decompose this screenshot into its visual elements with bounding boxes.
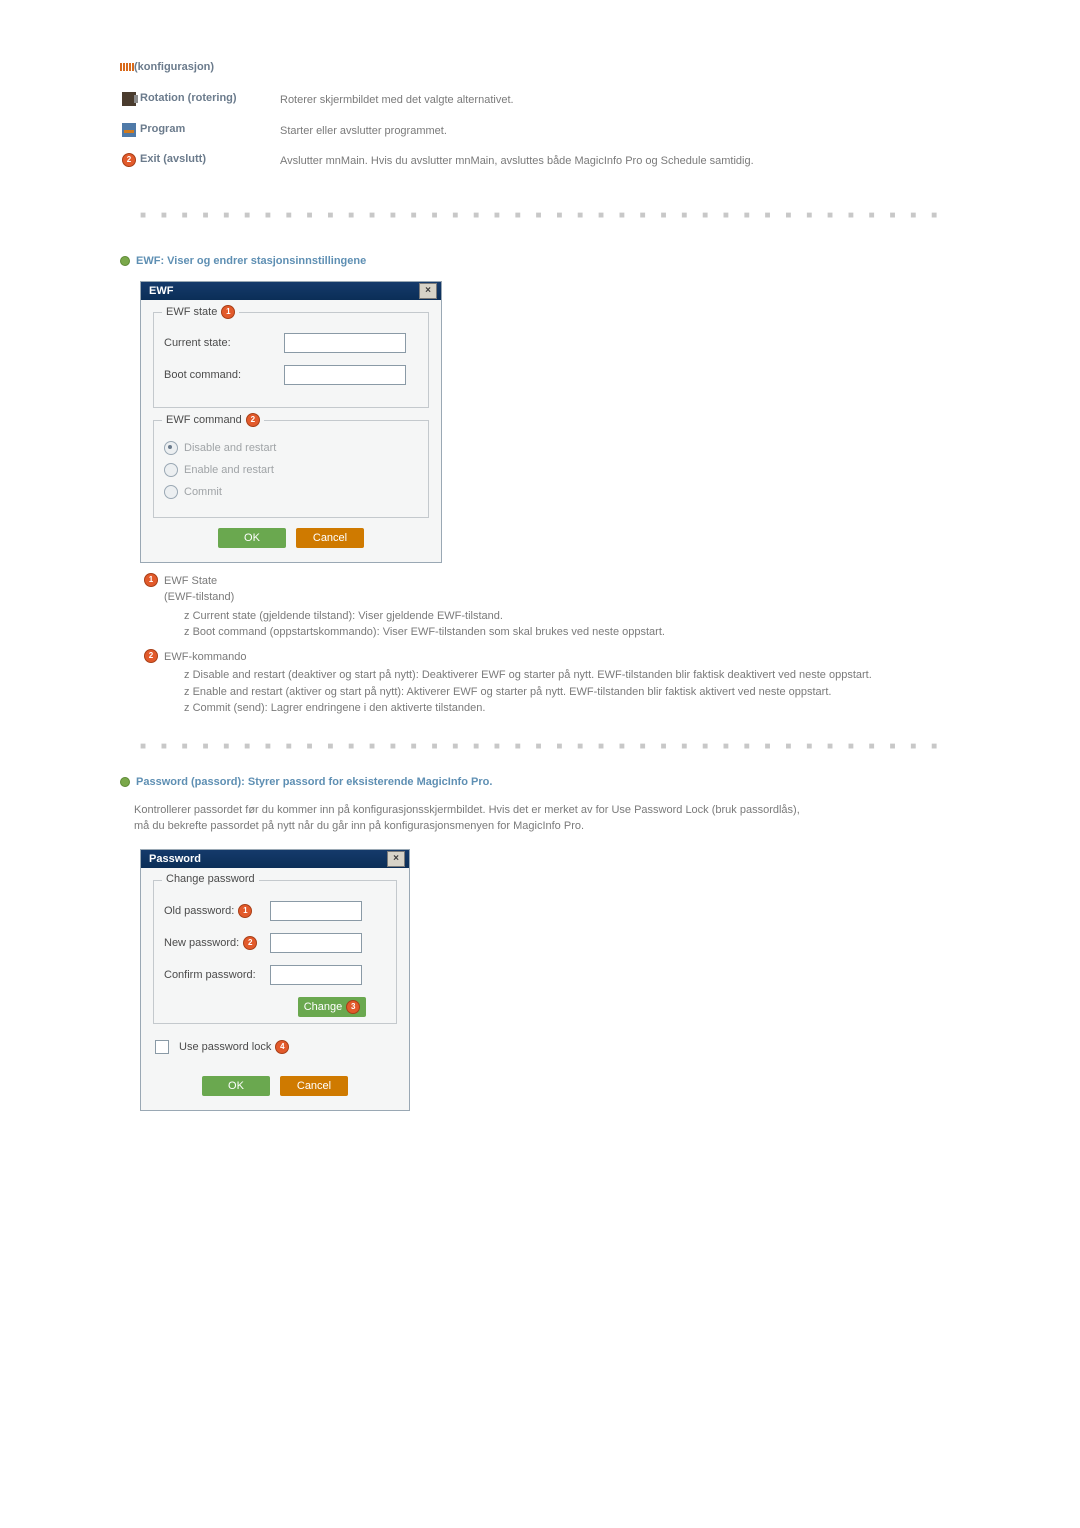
exit-label: Exit (avslutt) <box>140 153 280 165</box>
change-password-legend-text: Change password <box>166 873 255 885</box>
program-label: Program <box>140 123 280 135</box>
password-intro: Kontrollerer passordet før du kommer inn… <box>134 802 814 835</box>
ewf-state-title: EWF State <box>164 575 217 587</box>
exit-desc: Avslutter mnMain. Hvis du avslutter mnMa… <box>280 153 754 170</box>
ewf-state-item-1: Current state (gjeldende tilstand): Vise… <box>184 608 665 625</box>
password-heading: Password (passord): Styrer passord for e… <box>120 776 940 788</box>
use-password-lock-row[interactable]: Use password lock 4 <box>155 1040 395 1054</box>
ewf-command-badge: 2 <box>246 413 260 427</box>
close-icon[interactable]: × <box>387 851 405 867</box>
confirm-password-label: Confirm password: <box>164 969 270 981</box>
ewf-ok-button[interactable]: OK <box>218 528 286 548</box>
boot-command-field <box>284 365 406 385</box>
boot-command-label: Boot command: <box>164 369 284 381</box>
ewf-cmd-item-2: Enable and restart (aktiver og start på … <box>184 684 872 701</box>
program-desc: Starter eller avslutter programmet. <box>280 123 447 140</box>
ewf-command-legend: EWF command 2 <box>162 413 264 427</box>
rotation-label: Rotation (rotering) <box>140 92 280 104</box>
checkbox-icon[interactable] <box>155 1040 169 1054</box>
config-title: (konfigurasjon) <box>134 61 214 73</box>
password-titlebar[interactable]: Password × <box>141 850 409 868</box>
old-password-badge: 1 <box>238 904 252 918</box>
confirm-password-field[interactable] <box>270 965 362 985</box>
password-ok-button[interactable]: OK <box>202 1076 270 1096</box>
config-heading: (konfigurasjon) <box>120 60 940 74</box>
ewf-state-subtitle: (EWF-tilstand) <box>164 591 234 603</box>
ewf-command-legend-text: EWF command <box>166 414 242 426</box>
ewf-heading-text: EWF: Viser og endrer stasjonsinnstilling… <box>136 255 366 267</box>
config-item-exit: 2 Exit (avslutt) Avslutter mnMain. Hvis … <box>122 153 940 170</box>
lock-badge: 4 <box>275 1040 289 1054</box>
rotation-icon <box>122 92 136 106</box>
config-item-rotation: Rotation (rotering) Roterer skjermbildet… <box>122 92 940 109</box>
ewf-state-group: EWF state 1 Current state: Boot command: <box>153 312 429 408</box>
radio-disable-label: Disable and restart <box>184 442 276 454</box>
config-item-program: Program Starter eller avslutter programm… <box>122 123 940 140</box>
confirm-password-label-text: Confirm password: <box>164 969 256 981</box>
ewf-state-item-2: Boot command (oppstartskommando): Viser … <box>184 624 665 641</box>
exit-icon: 2 <box>122 153 136 167</box>
radio-commit-label: Commit <box>184 486 222 498</box>
ewf-titlebar[interactable]: EWF × <box>141 282 441 300</box>
new-password-label: New password: 2 <box>164 936 270 950</box>
ewf-cancel-button[interactable]: Cancel <box>296 528 364 548</box>
close-icon[interactable]: × <box>419 283 437 299</box>
ewf-explanation: 1 EWF State (EWF-tilstand) Current state… <box>144 573 940 723</box>
ewf-state-legend-text: EWF state <box>166 306 217 318</box>
program-icon <box>122 123 136 137</box>
new-password-field[interactable] <box>270 933 362 953</box>
change-password-legend: Change password <box>162 873 259 885</box>
radio-icon <box>164 485 178 499</box>
ewf-state-legend: EWF state 1 <box>162 305 239 319</box>
config-icon <box>120 60 134 74</box>
ewf-cmd-title: EWF-kommando <box>164 651 247 663</box>
exit-badge: 2 <box>122 153 136 167</box>
change-badge: 3 <box>346 1000 360 1014</box>
use-password-lock-label: Use password lock <box>179 1041 271 1053</box>
password-dialog-title: Password <box>145 853 201 865</box>
password-cancel-button[interactable]: Cancel <box>280 1076 348 1096</box>
explain-badge-2: 2 <box>144 649 158 663</box>
ewf-cmd-item-3: Commit (send): Lagrer endringene i den a… <box>184 700 872 717</box>
old-password-label: Old password: 1 <box>164 904 270 918</box>
ewf-command-group: EWF command 2 Disable and restart Enable… <box>153 420 429 518</box>
radio-disable-restart[interactable]: Disable and restart <box>164 441 418 455</box>
change-button[interactable]: Change 3 <box>298 997 366 1017</box>
radio-enable-restart[interactable]: Enable and restart <box>164 463 418 477</box>
divider: ■ ■ ■ ■ ■ ■ ■ ■ ■ ■ ■ ■ ■ ■ ■ ■ ■ ■ ■ ■ … <box>140 741 940 752</box>
new-password-badge: 2 <box>243 936 257 950</box>
password-dialog: Password × Change password Old password:… <box>140 849 410 1111</box>
current-state-label: Current state: <box>164 337 284 349</box>
radio-icon <box>164 463 178 477</box>
radio-commit[interactable]: Commit <box>164 485 418 499</box>
ewf-cmd-item-1: Disable and restart (deaktiver og start … <box>184 667 872 684</box>
change-button-label: Change <box>304 997 343 1017</box>
radio-enable-label: Enable and restart <box>184 464 274 476</box>
ewf-dialog: EWF × EWF state 1 Current state: Boot co… <box>140 281 442 563</box>
password-heading-text: Password (passord): Styrer passord for e… <box>136 776 492 788</box>
new-password-label-text: New password: <box>164 937 239 949</box>
explain-badge-1: 1 <box>144 573 158 587</box>
bullet-icon <box>120 777 130 787</box>
current-state-field <box>284 333 406 353</box>
bullet-icon <box>120 256 130 266</box>
rotation-desc: Roterer skjermbildet med det valgte alte… <box>280 92 514 109</box>
old-password-field[interactable] <box>270 901 362 921</box>
ewf-heading: EWF: Viser og endrer stasjonsinnstilling… <box>120 255 940 267</box>
divider: ■ ■ ■ ■ ■ ■ ■ ■ ■ ■ ■ ■ ■ ■ ■ ■ ■ ■ ■ ■ … <box>140 210 940 221</box>
ewf-state-badge: 1 <box>221 305 235 319</box>
old-password-label-text: Old password: <box>164 905 234 917</box>
radio-icon <box>164 441 178 455</box>
change-password-group: Change password Old password: 1 New pass… <box>153 880 397 1024</box>
ewf-dialog-title: EWF <box>145 285 173 297</box>
